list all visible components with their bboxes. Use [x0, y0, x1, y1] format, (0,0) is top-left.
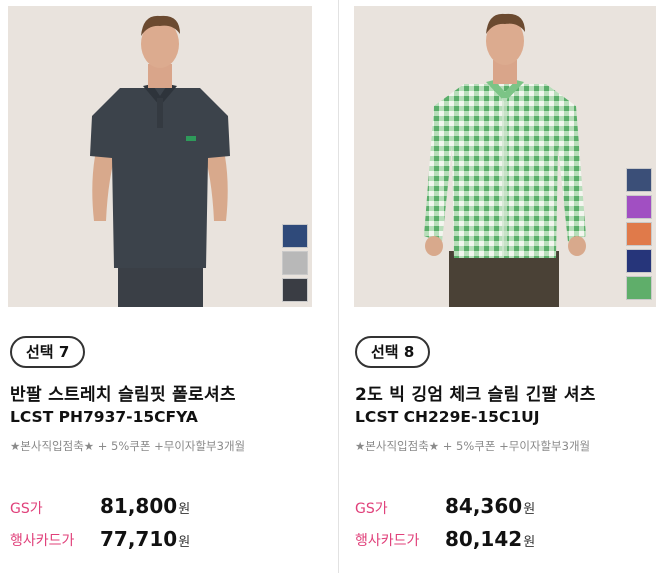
gs-price: 81,800원 [100, 494, 190, 518]
product-image[interactable] [354, 6, 656, 307]
color-swatch-list [282, 224, 308, 305]
card-price-value: 80,142 [445, 527, 523, 551]
card-price: 80,142원 [445, 527, 535, 551]
select-badge[interactable]: 선택 8 [355, 336, 431, 368]
gs-price-value: 81,800 [100, 494, 178, 518]
card-price-value: 77,710 [100, 527, 178, 551]
gs-price: 84,360원 [445, 494, 535, 518]
currency-unit: 원 [523, 535, 536, 550]
product-image[interactable] [8, 6, 312, 307]
gs-price-label: GS가 [10, 501, 43, 517]
color-swatch[interactable] [626, 276, 652, 300]
color-swatch[interactable] [282, 224, 308, 248]
currency-unit: 원 [178, 502, 191, 517]
card-price-label: 행사카드가 [355, 533, 420, 549]
gs-price-value: 84,360 [445, 494, 523, 518]
benefit-text: ★본사직입점축★ + 5%쿠폰 +무이자할부3개월 [355, 439, 591, 453]
color-swatch[interactable] [626, 249, 652, 273]
card-price: 77,710원 [100, 527, 190, 551]
card-price-label: 행사카드가 [10, 533, 75, 549]
product-code[interactable]: LCST CH229E-15C1UJ [355, 408, 539, 426]
currency-unit: 원 [523, 502, 536, 517]
currency-unit: 원 [178, 535, 191, 550]
product-code[interactable]: LCST PH7937-15CFYA [10, 408, 198, 426]
color-swatch[interactable] [282, 251, 308, 275]
product-card-1[interactable]: 선택 7 반팔 스트레치 슬림핏 폴로셔츠 LCST PH7937-15CFYA… [0, 0, 335, 573]
color-swatch-list [626, 168, 652, 303]
color-swatch[interactable] [282, 278, 308, 302]
benefit-text: ★본사직입점축★ + 5%쿠폰 +무이자할부3개월 [10, 439, 246, 453]
product-card-2[interactable]: 선택 8 2도 빅 깅엄 체크 슬림 긴팔 셔츠 LCST CH229E-15C… [345, 0, 665, 573]
color-swatch[interactable] [626, 195, 652, 219]
select-badge[interactable]: 선택 7 [10, 336, 86, 368]
product-title[interactable]: 2도 빅 깅엄 체크 슬림 긴팔 셔츠 [355, 380, 596, 405]
color-swatch[interactable] [626, 222, 652, 246]
column-divider [338, 0, 339, 573]
gs-price-label: GS가 [355, 501, 388, 517]
product-title[interactable]: 반팔 스트레치 슬림핏 폴로셔츠 [10, 380, 236, 405]
color-swatch[interactable] [626, 168, 652, 192]
